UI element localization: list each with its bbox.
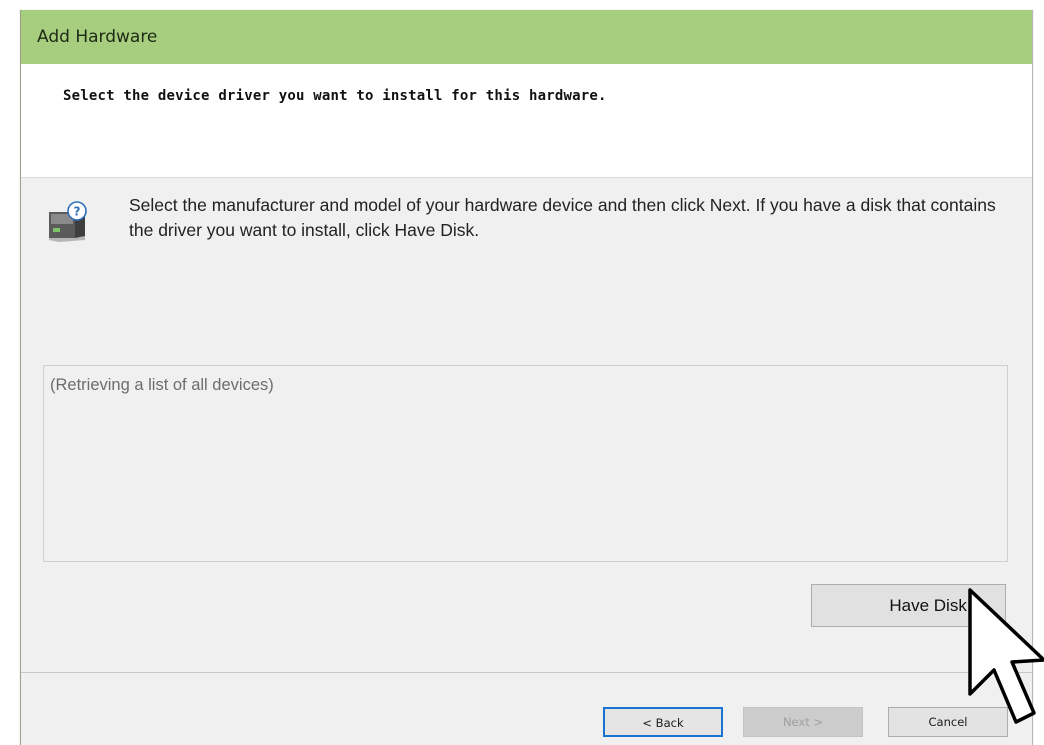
cancel-button[interactable]: Cancel <box>888 707 1008 737</box>
add-hardware-dialog: Add Hardware Select the device driver yo… <box>20 10 1033 745</box>
have-disk-button[interactable]: Have Disk... <box>811 584 1006 627</box>
next-button[interactable]: Next > <box>743 707 863 737</box>
device-list[interactable]: (Retrieving a list of all devices) <box>43 365 1008 562</box>
window-title: Add Hardware <box>37 27 158 47</box>
instructions-text: Select the manufacturer and model of you… <box>129 195 996 240</box>
footer-separator <box>21 672 1032 673</box>
title-bar[interactable]: Add Hardware <box>21 10 1032 64</box>
wizard-header: Select the device driver you want to ins… <box>21 64 1032 178</box>
hardware-question-icon: ? <box>49 201 87 242</box>
device-list-status: (Retrieving a list of all devices) <box>50 376 274 394</box>
wizard-header-text: Select the device driver you want to ins… <box>63 88 607 104</box>
svg-text:?: ? <box>74 205 81 219</box>
back-button[interactable]: < Back <box>603 707 723 737</box>
screen: Add Hardware Select the device driver yo… <box>0 0 1044 745</box>
